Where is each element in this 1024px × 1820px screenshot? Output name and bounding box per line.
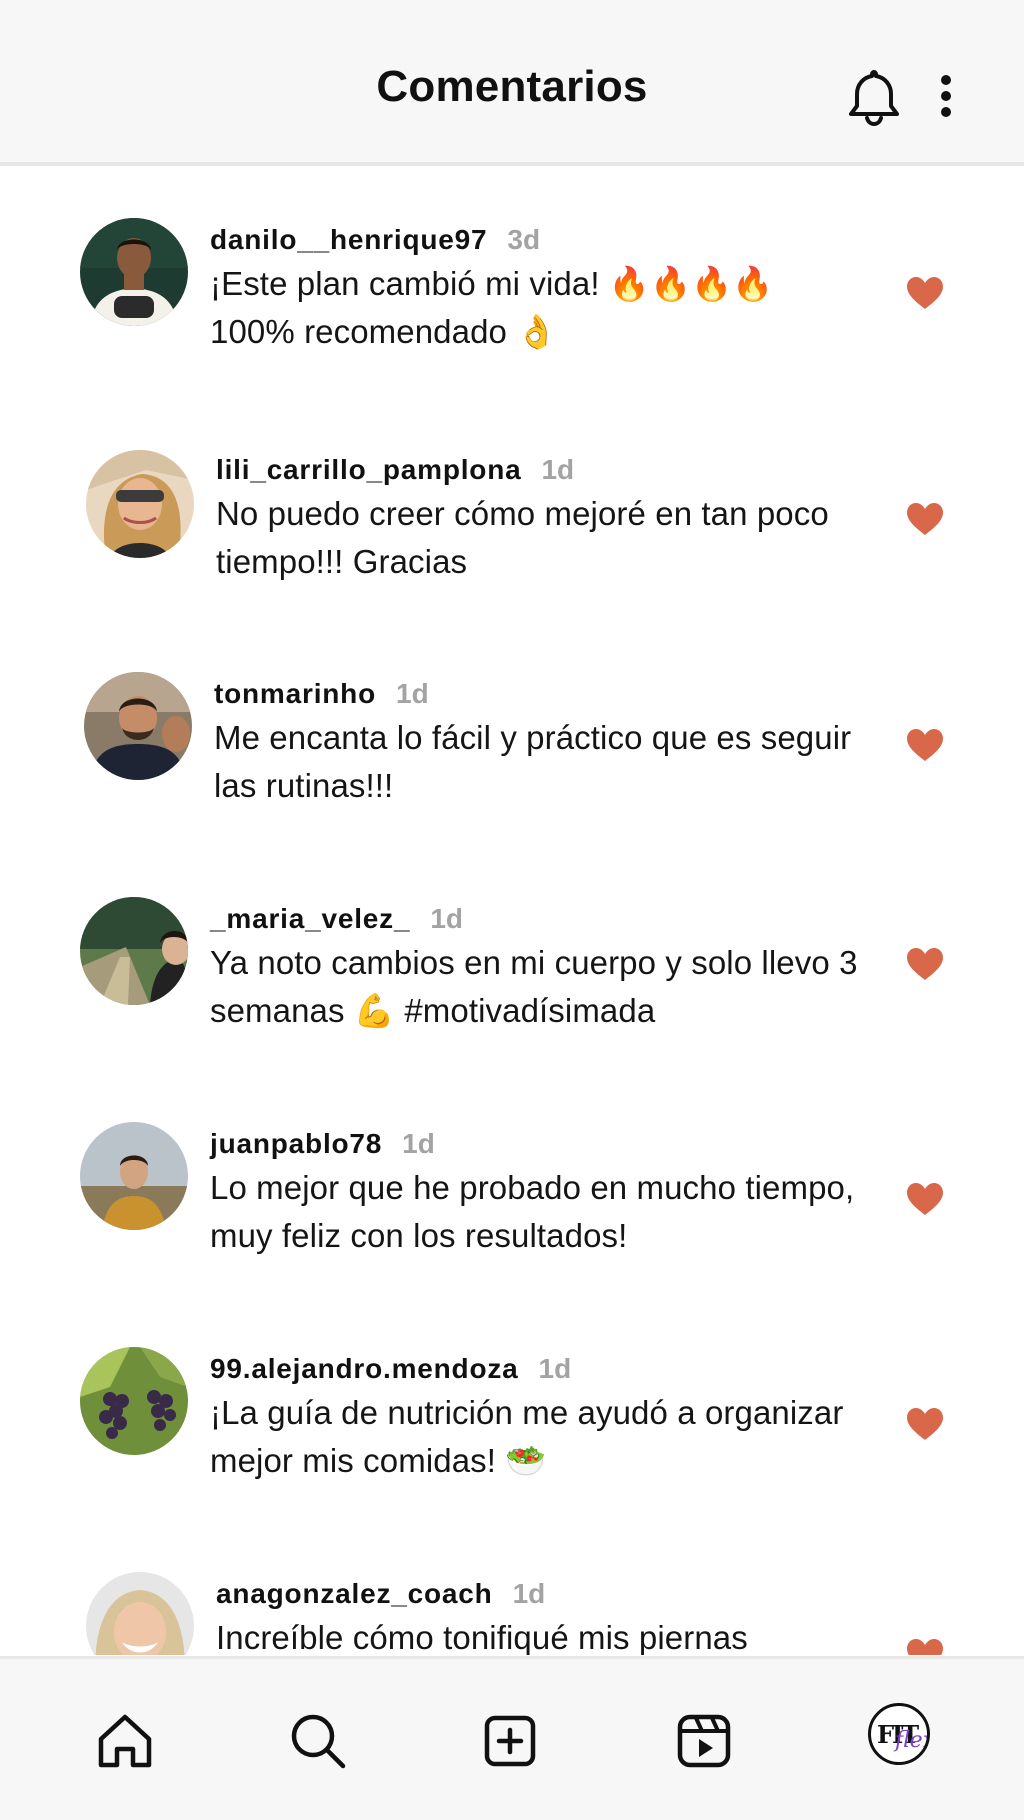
comment-text: Increíble cómo tonifiqué mis piernas <box>216 1619 748 1655</box>
comment-username[interactable]: 99.alejandro.mendoza <box>210 1353 519 1385</box>
comment-text: Ya noto cambios en mi cuerpo y solo llev… <box>210 944 858 1029</box>
heart-icon[interactable] <box>906 1182 944 1216</box>
comment-text: No puedo creer cómo mejoré en tan poco t… <box>216 495 829 580</box>
avatar[interactable] <box>80 218 188 326</box>
profile-avatar[interactable]: FIT flex <box>868 1703 930 1765</box>
comment-item: 99.alejandro.mendoza 1d ¡La guía de nutr… <box>0 1345 1024 1545</box>
search-icon[interactable] <box>288 1711 348 1771</box>
comment-time: 1d <box>541 454 575 485</box>
comment-item: tonmarinho 1d Me encanta lo fácil y prác… <box>0 670 1024 870</box>
comment-item: juanpablo78 1d Lo mejor que he probado e… <box>0 1120 1024 1320</box>
comment-meta: juanpablo78 1d <box>210 1128 860 1160</box>
bottom-navigation: FIT flex <box>0 1656 1024 1820</box>
comment-time: 3d <box>507 224 541 255</box>
comment-body: lili_carrillo_pamplona 1d No puedo creer… <box>216 454 866 586</box>
comment-text: ¡La guía de nutrición me ayudó a organiz… <box>210 1394 844 1479</box>
reels-icon[interactable] <box>674 1711 734 1771</box>
profile-logo-flex: flex <box>895 1728 927 1753</box>
comment-time: 1d <box>430 903 464 934</box>
comment-meta: lili_carrillo_pamplona 1d <box>216 454 866 486</box>
heart-icon[interactable] <box>906 1638 944 1655</box>
avatar[interactable] <box>80 897 188 1005</box>
comment-username[interactable]: anagonzalez_coach <box>216 1578 493 1610</box>
comment-username[interactable]: danilo__henrique97 <box>210 224 487 256</box>
comment-username[interactable]: tonmarinho <box>214 678 376 710</box>
comment-time: 1d <box>512 1578 546 1609</box>
comment-text: Me encanta lo fácil y práctico que es se… <box>214 719 852 804</box>
heart-icon[interactable] <box>906 947 944 981</box>
comment-body: _maria_velez_ 1d Ya noto cambios en mi c… <box>210 903 860 1035</box>
comment-body: 99.alejandro.mendoza 1d ¡La guía de nutr… <box>210 1353 860 1485</box>
bell-icon[interactable] <box>846 68 902 127</box>
comments-list[interactable]: danilo__henrique97 3d ¡Este plan cambió … <box>0 170 1024 1655</box>
avatar[interactable] <box>86 1572 194 1655</box>
comment-username[interactable]: _maria_velez_ <box>210 903 410 935</box>
comment-text: Lo mejor que he probado en mucho tiempo,… <box>210 1169 855 1254</box>
avatar[interactable] <box>80 1347 188 1455</box>
comment-item: lili_carrillo_pamplona 1d No puedo creer… <box>0 448 1024 648</box>
comment-username[interactable]: lili_carrillo_pamplona <box>216 454 521 486</box>
comment-time: 1d <box>538 1353 572 1384</box>
comment-meta: anagonzalez_coach 1d <box>216 1578 866 1610</box>
comment-item: danilo__henrique97 3d ¡Este plan cambió … <box>0 214 1024 414</box>
comment-body: juanpablo78 1d Lo mejor que he probado e… <box>210 1128 860 1260</box>
comment-time: 1d <box>402 1128 435 1159</box>
heart-icon[interactable] <box>906 502 944 536</box>
heart-icon[interactable] <box>906 1407 944 1441</box>
avatar[interactable] <box>86 450 194 558</box>
comment-body: tonmarinho 1d Me encanta lo fácil y prác… <box>214 678 864 810</box>
add-post-icon[interactable] <box>480 1711 540 1771</box>
top-bar: Comentarios <box>0 0 1024 166</box>
more-options-icon[interactable] <box>934 74 958 124</box>
heart-icon[interactable] <box>906 728 944 762</box>
comment-meta: 99.alejandro.mendoza 1d <box>210 1353 860 1385</box>
comment-text: ¡Este plan cambió mi vida! 🔥🔥🔥🔥 100% rec… <box>210 265 774 350</box>
home-icon[interactable] <box>95 1711 155 1771</box>
comment-username[interactable]: juanpablo78 <box>210 1128 382 1160</box>
avatar[interactable] <box>80 1122 188 1230</box>
comment-meta: danilo__henrique97 3d <box>210 224 860 256</box>
comment-item: anagonzalez_coach 1d Increíble cómo toni… <box>0 1570 1024 1655</box>
comment-body: anagonzalez_coach 1d Increíble cómo toni… <box>216 1578 866 1655</box>
comment-item: _maria_velez_ 1d Ya noto cambios en mi c… <box>0 895 1024 1095</box>
avatar[interactable] <box>84 672 192 780</box>
comment-meta: _maria_velez_ 1d <box>210 903 860 935</box>
comment-meta: tonmarinho 1d <box>214 678 864 710</box>
comment-body: danilo__henrique97 3d ¡Este plan cambió … <box>210 224 860 356</box>
heart-icon[interactable] <box>906 276 944 310</box>
comment-time: 1d <box>396 678 429 709</box>
